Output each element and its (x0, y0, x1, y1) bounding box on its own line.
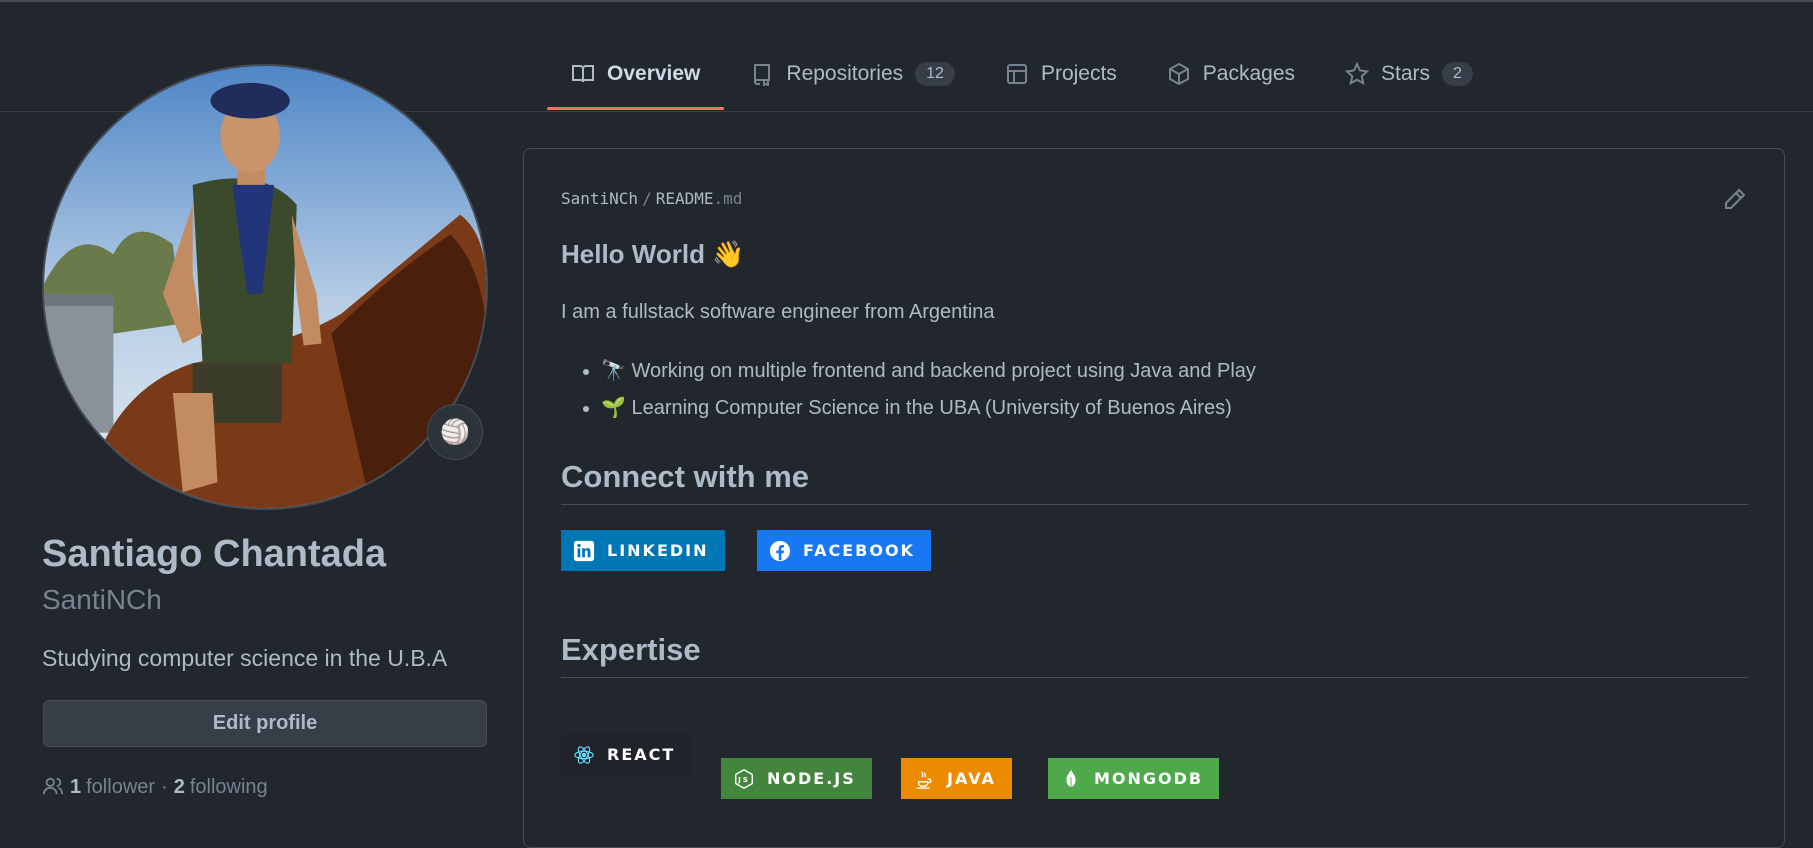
facebook-badge[interactable]: FACEBOOK (757, 530, 931, 571)
profile-bio: Studying computer science in the U.B.A (42, 645, 448, 671)
star-icon (1345, 62, 1370, 86)
following-link[interactable]: 2 following (174, 776, 268, 799)
badge-label: FACEBOOK (803, 541, 915, 560)
follow-stats: 1 follower · 2 following (42, 775, 268, 799)
profile-username: SantiNCh (42, 584, 162, 615)
mongodb-icon (1060, 768, 1082, 790)
followers-label: follower (86, 775, 156, 798)
linkedin-badge[interactable]: LINKEDIN (561, 530, 725, 571)
linkedin-icon (573, 540, 595, 562)
readme-path: SantiNCh / README.md (561, 189, 742, 208)
nodejs-badge[interactable]: JS NODE.JS (721, 758, 872, 799)
pencil-icon[interactable] (1723, 187, 1747, 211)
badge-label: REACT (607, 745, 676, 764)
connect-heading: Connect with me (561, 459, 810, 494)
package-icon (1167, 62, 1191, 86)
mongodb-badge[interactable]: MONGODB (1048, 758, 1220, 799)
readme-ext: .md (713, 189, 743, 208)
top-border (0, 0, 1813, 2)
java-icon (913, 768, 935, 790)
heading-rule (561, 504, 1748, 505)
tab-overview[interactable]: Overview (547, 50, 725, 110)
followers-count: 1 (70, 775, 82, 798)
tab-label: Repositories (786, 62, 904, 85)
readme-file-link[interactable]: README.md (656, 189, 743, 208)
readme-bullet-list: 🔭 Working on multiple frontend and backe… (561, 353, 1256, 427)
badge-label: LINKEDIN (607, 541, 709, 560)
react-badge[interactable]: REACT (561, 734, 692, 775)
people-icon (42, 775, 66, 799)
status-button[interactable]: 🏐 (427, 404, 483, 460)
edit-profile-button[interactable]: Edit profile (43, 700, 487, 747)
list-item: 🔭 Working on multiple frontend and backe… (601, 353, 1256, 390)
readme-heading: Hello World 👋 (561, 239, 745, 269)
badge-label: JAVA (947, 769, 996, 788)
stars-counter: 2 (1442, 62, 1473, 86)
react-icon (573, 744, 595, 766)
profile-tabs: Overview Repositories 12 Projects Packag… (547, 50, 1499, 112)
heading-rule (561, 677, 1748, 678)
tab-label: Projects (1040, 62, 1117, 85)
java-badge[interactable]: JAVA (901, 758, 1012, 799)
badge-label: MONGODB (1094, 769, 1204, 788)
followers-link[interactable]: 1 follower (70, 776, 155, 799)
follow-separator: · (161, 775, 168, 798)
facebook-icon (769, 540, 791, 562)
repositories-counter: 12 (915, 62, 955, 86)
expertise-heading: Expertise (561, 632, 701, 667)
avatar[interactable] (42, 64, 488, 510)
readme-file: README (655, 189, 714, 208)
volleyball-icon: 🏐 (440, 418, 470, 446)
readme-owner-link[interactable]: SantiNCh (561, 189, 638, 208)
following-label: following (189, 775, 268, 798)
table-icon (1005, 62, 1029, 86)
readme-intro: I am a fullstack software engineer from … (561, 301, 995, 323)
tab-repositories[interactable]: Repositories 12 (726, 50, 979, 98)
readme-card: SantiNCh / README.md Hello World 👋 I am a … (523, 148, 1785, 848)
profile-fullname: Santiago Chantada (42, 533, 387, 575)
tab-packages[interactable]: Packages (1143, 50, 1319, 98)
svg-text:JS: JS (737, 775, 750, 784)
tab-stars[interactable]: Stars 2 (1321, 50, 1497, 98)
path-separator: / (642, 189, 652, 208)
badge-label: NODE.JS (767, 769, 856, 788)
list-item: 🌱 Learning Computer Science in the UBA (… (601, 390, 1256, 427)
tab-label: Overview (607, 62, 701, 85)
nodejs-icon: JS (733, 768, 755, 790)
tab-label: Packages (1202, 62, 1296, 85)
following-count: 2 (173, 775, 185, 798)
tab-projects[interactable]: Projects (981, 50, 1141, 98)
repo-icon (750, 62, 774, 86)
book-icon (571, 62, 595, 86)
tab-label: Stars (1381, 62, 1431, 85)
